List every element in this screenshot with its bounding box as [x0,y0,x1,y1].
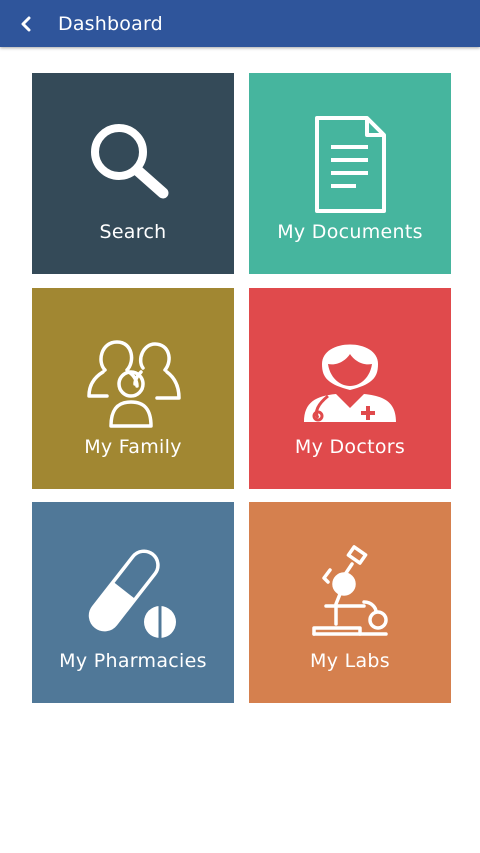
tile-my-labs[interactable]: My Labs [249,502,451,703]
tile-search[interactable]: Search [32,73,234,274]
page-title: Dashboard [58,12,163,35]
tile-my-doctors[interactable]: My Doctors [249,288,451,489]
tile-label: My Labs [310,650,390,672]
document-icon [300,115,400,215]
tile-label: My Family [84,436,182,458]
tile-label: My Documents [277,221,423,243]
tile-my-family[interactable]: My Family [32,288,234,489]
tile-my-documents[interactable]: My Documents [249,73,451,274]
search-icon [83,115,183,215]
microscope-icon [300,544,400,644]
tile-label: Search [99,221,167,243]
app-bar: Dashboard [0,0,480,47]
chevron-left-icon [21,16,31,31]
doctor-icon [300,330,400,430]
tile-label: My Pharmacies [59,650,207,672]
pill-icon [83,544,183,644]
tile-label: My Doctors [294,436,406,458]
family-icon [83,330,183,430]
back-button[interactable] [0,0,52,47]
tile-my-pharmacies[interactable]: My Pharmacies [32,502,234,703]
